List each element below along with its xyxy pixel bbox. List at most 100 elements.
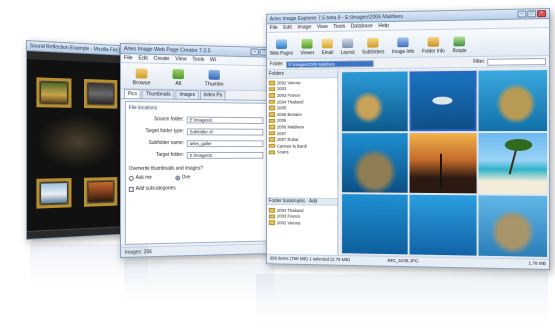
menu-database[interactable]: Database bbox=[351, 23, 373, 29]
menu-file[interactable]: File bbox=[270, 25, 278, 31]
all-button[interactable]: All bbox=[161, 65, 195, 87]
rotate-button[interactable]: Rotate bbox=[452, 30, 467, 54]
bookmark-item[interactable]: 2002 Vienna bbox=[268, 219, 336, 226]
filter-group: Filter: bbox=[473, 57, 547, 66]
add-subcategories-label: Add subcategories bbox=[135, 185, 176, 192]
folder-icon bbox=[268, 118, 276, 123]
radio-overwrite-label: Ove bbox=[181, 174, 191, 181]
menu-tools[interactable]: Tools bbox=[333, 24, 345, 30]
menu-tools[interactable]: Tools bbox=[192, 57, 204, 63]
radio-overwrite[interactable]: Ove bbox=[175, 175, 190, 181]
folder-item-label: Cannes la Bardi bbox=[276, 143, 307, 149]
photo-frame[interactable] bbox=[36, 77, 72, 108]
thumbnail-beach[interactable] bbox=[478, 133, 548, 194]
thumbnails-button[interactable]: Thumbn bbox=[197, 66, 231, 88]
explorer-toolbar: Web Pages Viewer Email Layout Subfolders… bbox=[266, 28, 550, 60]
photo-frame[interactable] bbox=[84, 78, 118, 109]
folder-item-label: 2003 France bbox=[276, 92, 301, 98]
image-info-label: Image Info bbox=[391, 48, 415, 56]
folder-icon bbox=[268, 124, 276, 130]
thumbnail-reef-fish[interactable] bbox=[478, 70, 548, 132]
folder-info-button[interactable]: Folder Info bbox=[422, 31, 445, 55]
folder-icon bbox=[268, 93, 276, 98]
web-pages-icon bbox=[275, 39, 287, 50]
folder-icon bbox=[268, 214, 276, 219]
folder-path-input[interactable]: E:\Images\2006 Maldives bbox=[285, 59, 374, 68]
web-creator-reflection bbox=[124, 262, 274, 302]
photo-frame[interactable] bbox=[36, 178, 72, 209]
menu-window[interactable]: Wi bbox=[210, 57, 216, 63]
close-icon[interactable]: × bbox=[537, 10, 547, 18]
menu-help[interactable]: Help bbox=[378, 23, 389, 29]
menu-edit[interactable]: Edit bbox=[139, 55, 148, 61]
person-silhouette bbox=[439, 154, 443, 188]
tab-thumbnails[interactable]: Thumbnails bbox=[141, 89, 175, 99]
bookmark-item-label: 2003 France bbox=[276, 214, 301, 220]
tab-index-page[interactable]: Index Pa bbox=[199, 90, 226, 100]
photo-frame[interactable] bbox=[84, 177, 118, 207]
target-folder-type-select[interactable]: Subfolder of bbox=[186, 127, 264, 136]
filter-label: Filter: bbox=[473, 58, 486, 65]
folder-icon bbox=[268, 207, 276, 213]
folder-item[interactable]: Scans bbox=[268, 149, 336, 155]
thumbnail-sunset[interactable] bbox=[409, 133, 477, 194]
viewer-icon bbox=[301, 38, 313, 49]
image-info-button[interactable]: Image Info bbox=[392, 31, 414, 55]
menu-image[interactable]: Image bbox=[297, 24, 311, 30]
layout-label: Layout bbox=[340, 49, 355, 56]
all-icon bbox=[172, 69, 184, 80]
browse-button[interactable]: Browse bbox=[124, 64, 159, 87]
status-item-count: 356 items (756 MB) 1 selected (2.78 MB) bbox=[269, 256, 350, 264]
status-filesize: 1.78 MB bbox=[528, 261, 547, 267]
minimize-icon[interactable]: – bbox=[250, 48, 259, 56]
menu-create[interactable]: Create bbox=[154, 56, 170, 62]
subfolder-name-field[interactable]: arles_galler bbox=[186, 139, 264, 147]
email-icon bbox=[321, 38, 334, 49]
status-filename: IMG_5238.JPG bbox=[387, 258, 419, 265]
thumbnail-fish[interactable] bbox=[409, 70, 477, 132]
fish-shape bbox=[432, 96, 453, 105]
subfolders-button[interactable]: Subfolders bbox=[362, 32, 384, 56]
target-folder-row: Target folder: E:\Images\2 bbox=[129, 150, 264, 160]
folder-icon bbox=[268, 105, 276, 111]
folder-item-label: 2006 bbox=[276, 118, 287, 124]
menu-edit[interactable]: Edit bbox=[283, 25, 292, 31]
thumbnail-icon bbox=[208, 69, 220, 80]
file-locations-title: File locations bbox=[128, 105, 158, 112]
viewer-label: Viewer bbox=[300, 50, 315, 57]
radio-ask-me[interactable]: Ask me bbox=[128, 175, 152, 181]
menu-file[interactable]: File bbox=[124, 55, 133, 61]
thumbnail-anemone[interactable] bbox=[342, 133, 408, 193]
overwrite-radio-group: Ask me Ove bbox=[128, 174, 263, 181]
bookmarks-header[interactable]: Folder bookmarks · Add bbox=[266, 197, 338, 206]
filter-input[interactable] bbox=[487, 57, 547, 66]
source-folder-field[interactable]: E:\Images\2 bbox=[186, 116, 264, 124]
viewer-button[interactable]: Viewer bbox=[300, 33, 314, 56]
file-locations-panel: File locations Source folder: E:\Images\… bbox=[124, 101, 267, 245]
subfolder-name-row: Subfolder name: arles_galler bbox=[129, 138, 264, 148]
thumbnail-coral[interactable] bbox=[478, 195, 548, 257]
menu-view[interactable]: View bbox=[317, 24, 328, 30]
target-folder-field[interactable]: E:\Images\2 bbox=[186, 151, 264, 159]
maximize-icon[interactable]: □ bbox=[527, 10, 537, 18]
subfolder-name-label: Subfolder name: bbox=[148, 140, 184, 147]
folder-item-label: 2002 Vienna bbox=[276, 80, 301, 86]
add-subcategories-checkbox[interactable]: Add subcategories bbox=[128, 185, 263, 192]
thumbnail-open-water[interactable] bbox=[409, 194, 477, 256]
email-button[interactable]: Email bbox=[321, 33, 334, 56]
menu-view[interactable]: View bbox=[175, 56, 186, 62]
thumbnail-underwater[interactable] bbox=[342, 194, 408, 255]
folder-item-label: 2003 bbox=[276, 86, 287, 92]
web-pages-label: Web Pages bbox=[269, 50, 294, 57]
minimize-icon[interactable]: – bbox=[517, 10, 527, 18]
subfolders-label: Subfolders bbox=[362, 49, 385, 56]
thumbnail-coral-reef[interactable] bbox=[342, 71, 408, 132]
tab-pics[interactable]: Pics bbox=[123, 89, 142, 99]
tab-images[interactable]: Images bbox=[175, 89, 199, 100]
layout-button[interactable]: Layout bbox=[340, 32, 355, 56]
photo-thumbnail bbox=[41, 183, 67, 204]
thumbnail-grid bbox=[340, 68, 550, 259]
image-info-icon bbox=[397, 37, 409, 48]
folder-icon bbox=[268, 143, 276, 149]
web-pages-button[interactable]: Web Pages bbox=[269, 33, 294, 57]
